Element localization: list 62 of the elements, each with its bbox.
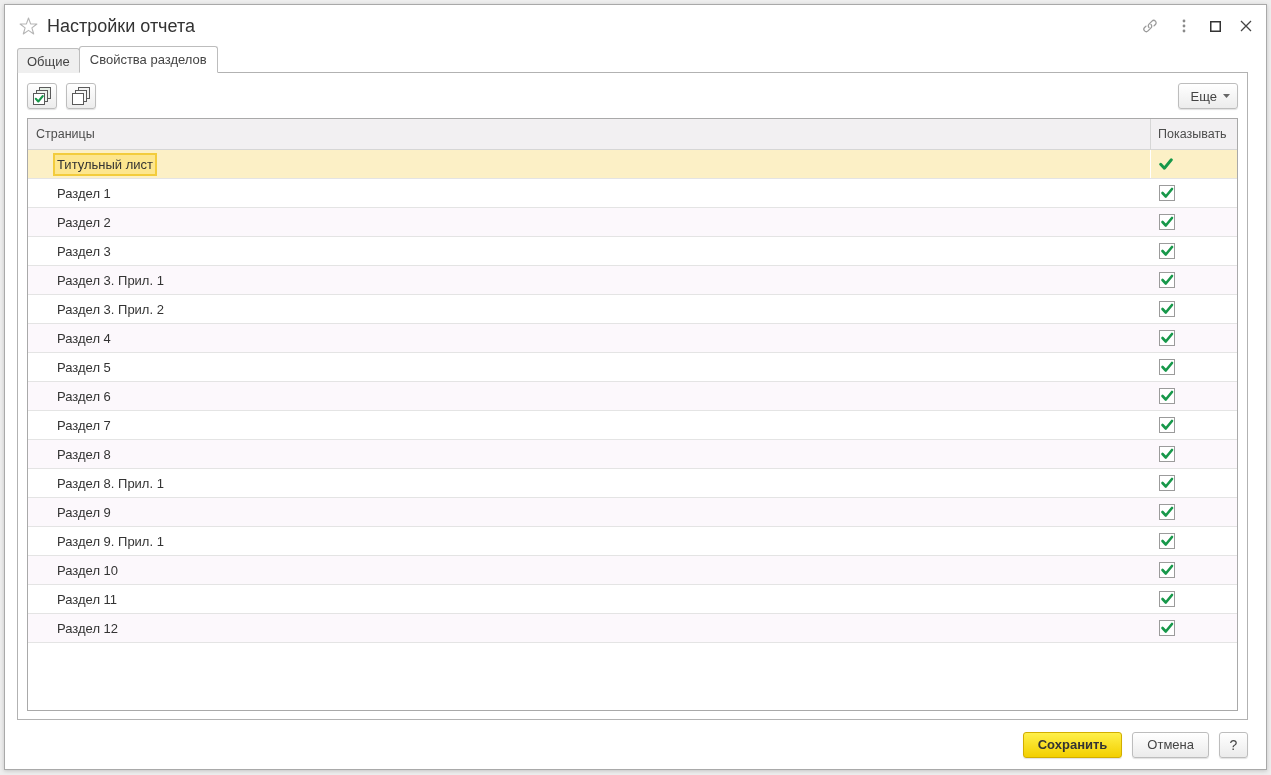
- table-row[interactable]: Раздел 9: [28, 498, 1237, 527]
- table-cell-text: Раздел 12: [56, 619, 120, 638]
- table-cell-text: Раздел 11: [56, 590, 119, 609]
- star-icon[interactable]: [19, 16, 38, 36]
- checkbox[interactable]: [1159, 591, 1175, 607]
- table-cell-text: Раздел 3: [56, 242, 112, 261]
- table-cell-text: Раздел 8: [56, 445, 112, 464]
- checkbox[interactable]: [1159, 446, 1175, 462]
- checkbox[interactable]: [1159, 504, 1175, 520]
- caret-icon: [1223, 94, 1230, 98]
- window-title: Настройки отчета: [47, 15, 196, 37]
- table-cell-text: Раздел 8. Прил. 1: [56, 474, 165, 493]
- more-button[interactable]: Еще: [1177, 83, 1238, 109]
- table-cell-text: Раздел 5: [56, 358, 112, 377]
- table-cell-text: Раздел 1: [56, 184, 112, 203]
- checkbox[interactable]: [1159, 359, 1175, 375]
- table-row[interactable]: Раздел 12: [28, 614, 1237, 643]
- table-cell-text: Раздел 7: [56, 416, 112, 435]
- table-cell-text: Раздел 3. Прил. 2: [56, 300, 165, 319]
- more-icon[interactable]: [1182, 19, 1186, 33]
- table-row[interactable]: Раздел 4: [28, 324, 1237, 353]
- checkbox[interactable]: [1159, 214, 1175, 230]
- table-row[interactable]: Титульный лист: [28, 150, 1237, 179]
- help-button[interactable]: ?: [1219, 731, 1248, 758]
- save-button[interactable]: Сохранить: [1022, 731, 1123, 758]
- link-icon[interactable]: [1142, 18, 1158, 34]
- table-cell-text: Раздел 3. Прил. 1: [56, 271, 165, 290]
- table-cell-text: Раздел 9. Прил. 1: [56, 532, 165, 551]
- table-cell: Титульный лист: [53, 152, 157, 176]
- checkbox[interactable]: [1159, 562, 1175, 578]
- tab[interactable]: Свойства разделов: [78, 46, 218, 73]
- checkbox[interactable]: [1159, 388, 1175, 404]
- checkbox[interactable]: [1159, 185, 1175, 201]
- checkbox[interactable]: [1159, 272, 1175, 288]
- checkbox[interactable]: [1159, 475, 1175, 491]
- table-cell-text: Раздел 4: [56, 329, 112, 348]
- table-row[interactable]: Раздел 6: [28, 382, 1237, 411]
- checkbox[interactable]: [1159, 243, 1175, 259]
- column-header[interactable]: Показывать: [1150, 119, 1237, 149]
- uncheck-all-button[interactable]: [66, 83, 96, 109]
- checkbox[interactable]: [1159, 330, 1175, 346]
- column-header[interactable]: Страницы: [28, 119, 1150, 149]
- table-row[interactable]: Раздел 2: [28, 208, 1237, 237]
- maximize-icon[interactable]: [1210, 20, 1221, 32]
- table-row[interactable]: Раздел 10: [28, 556, 1237, 585]
- table-row[interactable]: Раздел 3. Прил. 1: [28, 266, 1237, 295]
- check-all-button[interactable]: [27, 83, 57, 109]
- checked-pages-icon: [33, 87, 51, 105]
- table-cell-text: Раздел 10: [56, 561, 120, 580]
- checkbox[interactable]: [1159, 533, 1175, 549]
- table-row[interactable]: Раздел 8: [28, 440, 1237, 469]
- tab[interactable]: Общие: [17, 48, 80, 73]
- pages-icon: [72, 87, 90, 105]
- close-icon[interactable]: [1240, 20, 1252, 32]
- table-cell-text: Раздел 6: [56, 387, 112, 406]
- table-cell-text: Раздел 9: [56, 503, 112, 522]
- checkbox[interactable]: [1159, 301, 1175, 317]
- cancel-button[interactable]: Отмена: [1132, 731, 1209, 758]
- checkbox[interactable]: [1159, 417, 1175, 433]
- checkbox[interactable]: [1159, 158, 1173, 170]
- table-cell-text: Раздел 2: [56, 213, 112, 232]
- checkbox[interactable]: [1159, 620, 1175, 636]
